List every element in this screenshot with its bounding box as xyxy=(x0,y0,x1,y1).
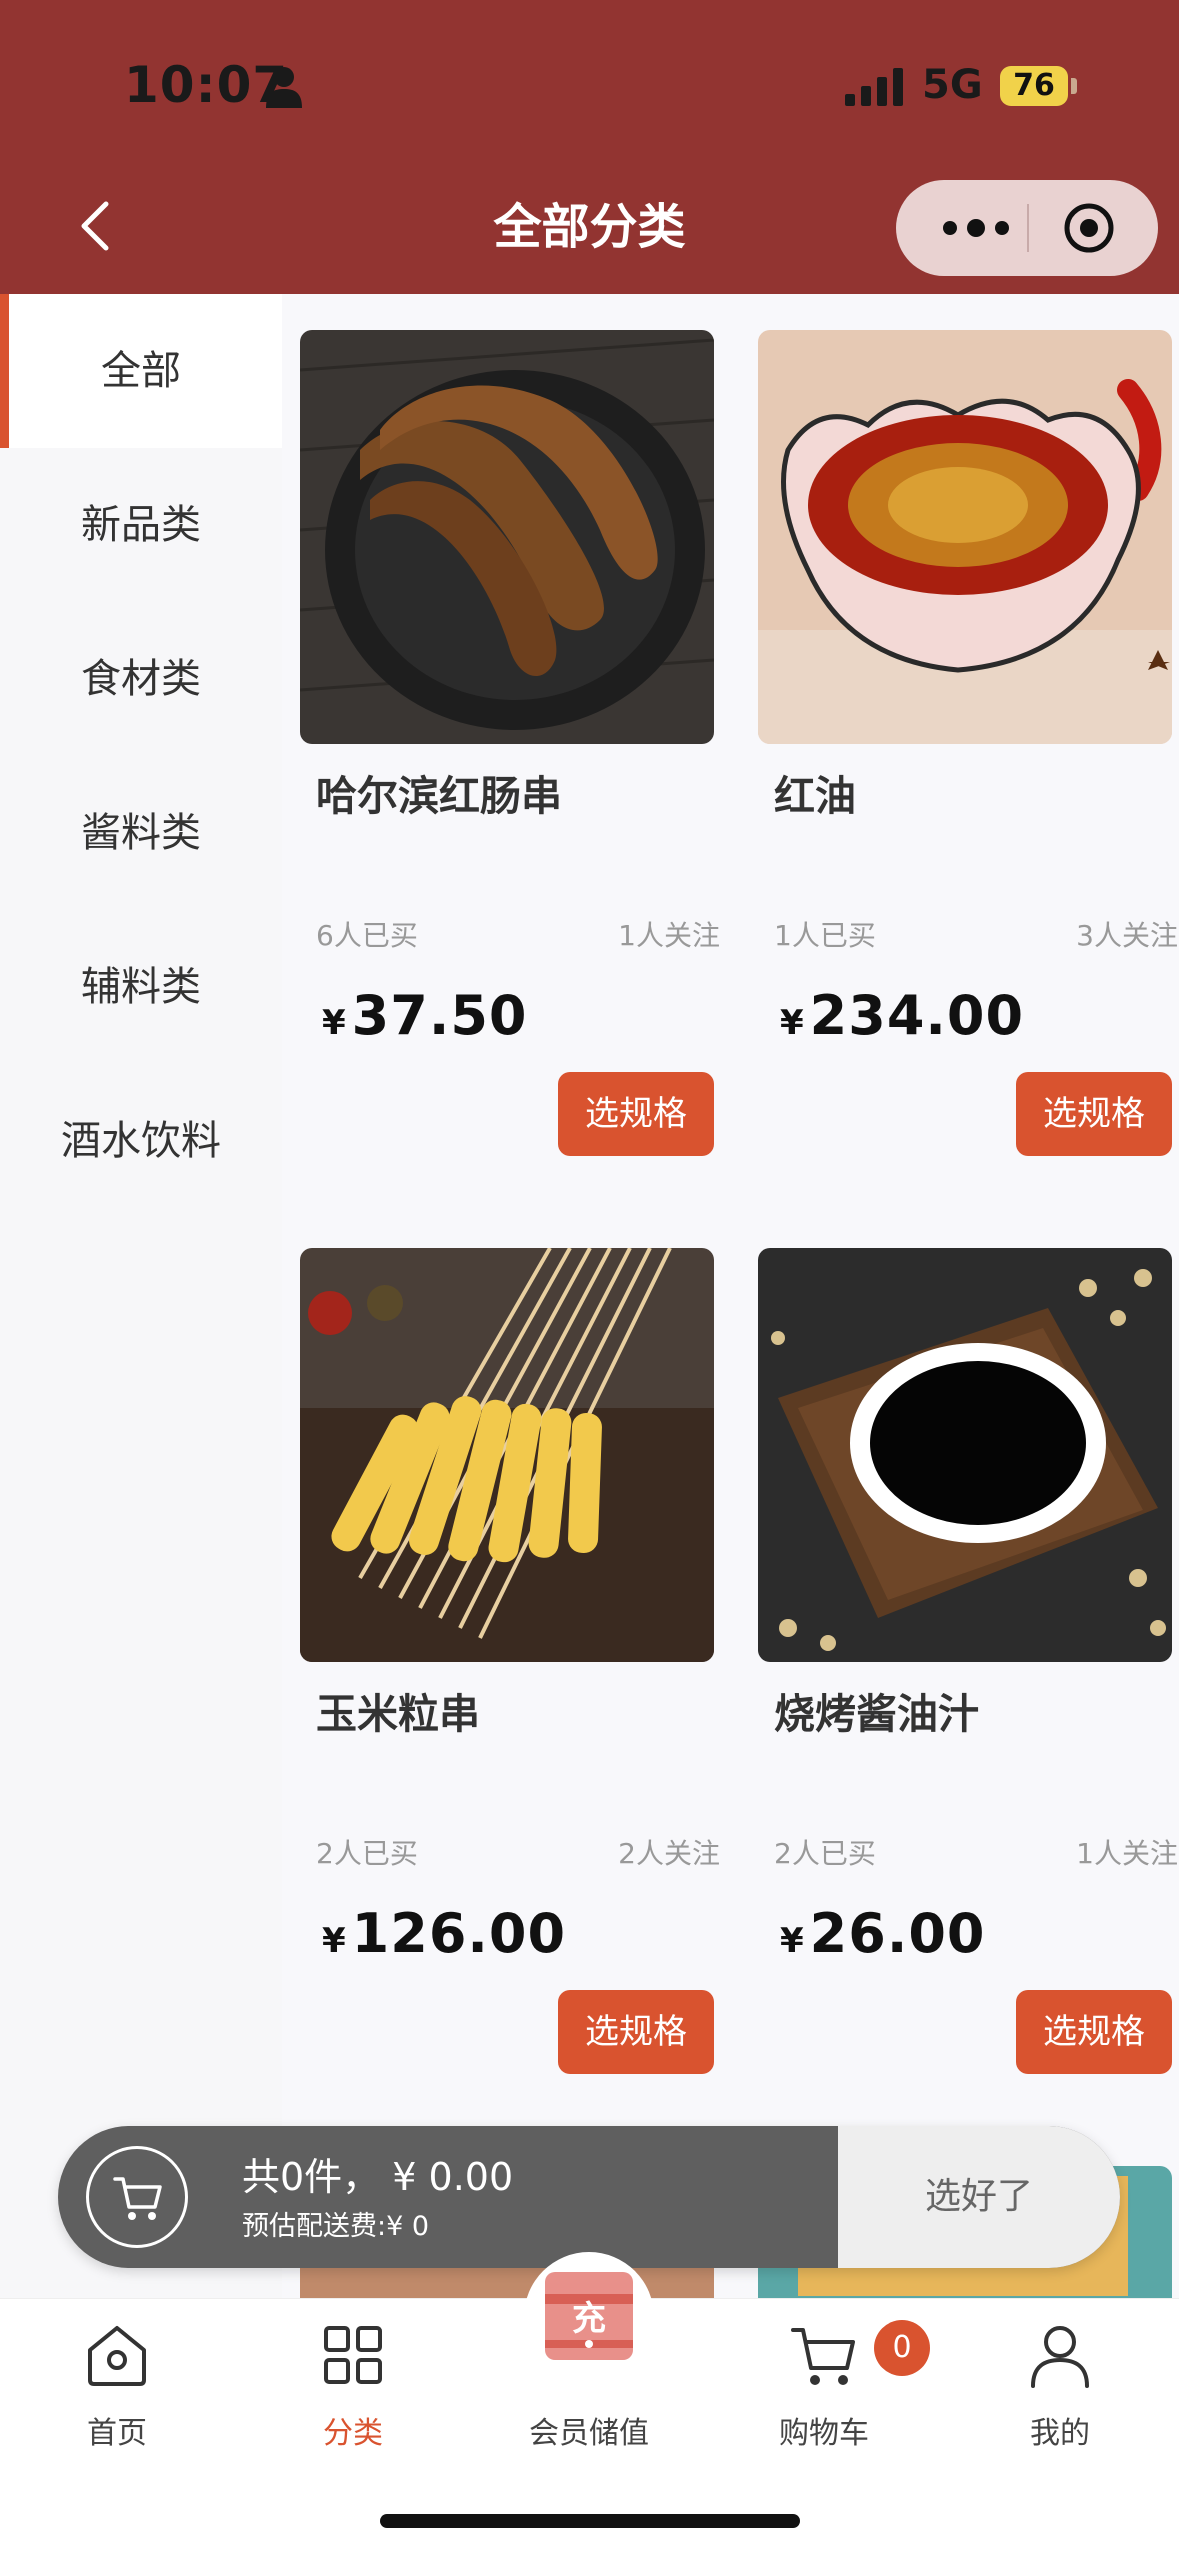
cart-icon xyxy=(791,2328,855,2385)
sidebar-item-label: 酱料类 xyxy=(81,810,201,856)
currency-symbol: ¥ xyxy=(322,1003,346,1043)
tab-category[interactable]: 分类 xyxy=(253,2310,453,2460)
product-price: ¥126.00 xyxy=(322,1902,566,1965)
product-image-chili-oil[interactable] xyxy=(758,330,1172,744)
product-image-sausage[interactable] xyxy=(300,330,714,744)
tab-label: 分类 xyxy=(323,2416,383,2451)
sidebar-item-ingredients[interactable]: 食材类 xyxy=(0,602,282,756)
product-follow-count: 3人关注 xyxy=(1076,919,1178,952)
spacer-icon xyxy=(554,2320,624,2390)
price-value: 126.00 xyxy=(351,1902,567,1965)
battery-nub xyxy=(1071,78,1077,94)
sidebar-item-all[interactable]: 全部 xyxy=(0,294,282,448)
status-time: 10:07 xyxy=(124,56,289,114)
capsule-divider xyxy=(1027,204,1029,252)
currency-symbol: ¥ xyxy=(780,1003,804,1043)
tab-label: 首页 xyxy=(87,2416,147,2451)
sidebar-item-sauces[interactable]: 酱料类 xyxy=(0,756,282,910)
product-card[interactable]: 红油 1人已买 3人关注 ¥234.00 选规格 xyxy=(758,294,1178,1174)
sidebar-item-label: 全部 xyxy=(101,348,181,394)
product-price: ¥26.00 xyxy=(780,1902,985,1965)
product-bought-count: 1人已买 xyxy=(774,919,876,952)
select-spec-button[interactable]: 选规格 xyxy=(1016,1990,1172,2074)
product-bought-count: 2人已买 xyxy=(774,1837,876,1870)
checkout-button[interactable]: 选好了 xyxy=(838,2126,1120,2268)
sidebar-item-label: 食材类 xyxy=(81,656,201,702)
product-follow-count: 1人关注 xyxy=(1076,1837,1178,1870)
product-image-corn-skewer[interactable] xyxy=(300,1248,714,1662)
product-card[interactable]: 玉米粒串 2人已买 2人关注 ¥126.00 选规格 xyxy=(300,1212,720,2092)
tab-membership[interactable]: 会员储值 xyxy=(489,2310,689,2460)
sidebar-item-label: 新品类 xyxy=(81,502,201,548)
tab-home[interactable]: 首页 xyxy=(17,2310,217,2460)
product-card[interactable]: 哈尔滨红肠串 6人已买 1人关注 ¥37.50 选规格 xyxy=(300,294,720,1174)
sidebar-item-drinks[interactable]: 酒水饮料 xyxy=(0,1064,282,1218)
select-spec-button[interactable]: 选规格 xyxy=(558,1072,714,1156)
grid-icon xyxy=(324,2326,382,2384)
network-label: 5G xyxy=(922,62,983,108)
tab-label: 我的 xyxy=(1030,2416,1090,2451)
page: 10:07 5G 76 全部分类 全部 新品类 食材类 酱料类 辅料类 酒水饮料… xyxy=(0,0,1179,2556)
currency-symbol: ¥ xyxy=(780,1921,804,1961)
sidebar-item-label: 酒水饮料 xyxy=(61,1118,221,1164)
person-icon xyxy=(266,67,302,108)
sidebar-item-label: 辅料类 xyxy=(81,964,201,1010)
delivery-fee: 预估配送费:¥ 0 xyxy=(242,2211,430,2242)
home-indicator xyxy=(380,2514,800,2528)
header: 10:07 5G 76 全部分类 xyxy=(0,0,1179,294)
product-name: 烧烤酱油汁 xyxy=(774,1690,979,1738)
cart-button[interactable] xyxy=(86,2146,188,2248)
product-grid: 哈尔滨红肠串 6人已买 1人关注 ¥37.50 选规格 红油 1人已买 3人关注… xyxy=(282,294,1179,2298)
tab-label: 购物车 xyxy=(779,2416,869,2451)
price-value: 234.00 xyxy=(809,984,1025,1047)
signal-icon xyxy=(845,68,903,106)
product-follow-count: 1人关注 xyxy=(618,919,720,952)
home-icon xyxy=(88,2326,146,2386)
battery-indicator: 76 xyxy=(1000,66,1068,106)
cart-total: 共0件， ¥ 0.00 xyxy=(242,2155,514,2199)
select-spec-button[interactable]: 选规格 xyxy=(1016,1072,1172,1156)
price-value: 37.50 xyxy=(351,984,528,1047)
cart-icon xyxy=(113,2177,162,2220)
select-spec-button[interactable]: 选规格 xyxy=(558,1990,714,2074)
product-follow-count: 2人关注 xyxy=(618,1837,720,1870)
more-icon[interactable] xyxy=(936,210,1016,246)
product-price: ¥234.00 xyxy=(780,984,1024,1047)
tab-label: 会员储值 xyxy=(529,2416,649,2451)
product-name: 玉米粒串 xyxy=(316,1690,480,1738)
product-name: 红油 xyxy=(774,772,856,820)
miniprogram-capsule xyxy=(896,180,1158,276)
cart-count-badge: 0 xyxy=(874,2320,930,2376)
product-bought-count: 2人已买 xyxy=(316,1837,418,1870)
currency-symbol: ¥ xyxy=(322,1921,346,1961)
close-target-icon[interactable] xyxy=(1060,200,1118,256)
tab-me[interactable]: 我的 xyxy=(960,2310,1160,2460)
active-indicator xyxy=(0,294,9,448)
price-value: 26.00 xyxy=(809,1902,986,1965)
sidebar-item-accessories[interactable]: 辅料类 xyxy=(0,910,282,1064)
product-bought-count: 6人已买 xyxy=(316,919,418,952)
product-price: ¥37.50 xyxy=(322,984,527,1047)
product-card[interactable]: 烧烤酱油汁 2人已买 1人关注 ¥26.00 选规格 xyxy=(758,1212,1178,2092)
sidebar-item-new[interactable]: 新品类 xyxy=(0,448,282,602)
cart-bar: 共0件， ¥ 0.00 预估配送费:¥ 0 选好了 xyxy=(58,2126,1120,2268)
product-image-soy-sauce[interactable] xyxy=(758,1248,1172,1662)
category-sidebar: 全部 新品类 食材类 酱料类 辅料类 酒水饮料 xyxy=(0,294,282,2298)
user-icon xyxy=(1031,2326,1089,2388)
product-name: 哈尔滨红肠串 xyxy=(316,772,562,820)
